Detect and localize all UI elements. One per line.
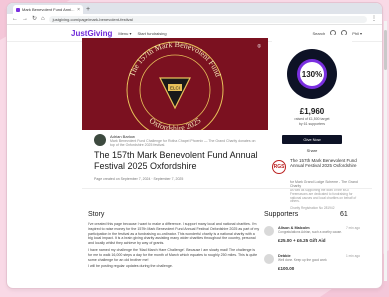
url-field[interactable]: justgiving.com/page/mark-benevolent-fest… [48, 15, 367, 23]
festival-emblem: The 157th Mark Benevolent Fund Oxfordshi… [126, 40, 224, 130]
story-paragraph: I've created this page because I want to… [88, 222, 260, 246]
charity-card[interactable]: RGS The 157th Mark Benevolent Fund Annua… [272, 158, 364, 210]
section-divider [82, 188, 372, 189]
share-link[interactable]: Share [282, 148, 342, 153]
favicon-icon [16, 7, 20, 12]
svg-text:Oxfordshire 2025: Oxfordshire 2025 [148, 116, 203, 130]
browser-tab[interactable]: Mark Benevolent Fund Anni... × [13, 5, 83, 14]
scrollbar-thumb[interactable] [384, 30, 387, 70]
charity-logo: RGS [272, 160, 286, 174]
supporter-item: Debbie 1 min ago Well done. Keep up the … [264, 254, 364, 276]
owner-avatar [94, 134, 106, 146]
story-paragraph: I have named my challenge the 'Mad March… [88, 247, 258, 262]
charity-card-desc: As well as supporting the work of the MG… [290, 188, 357, 204]
new-tab-icon[interactable]: + [86, 5, 90, 14]
supporters-heading: Supporters [264, 211, 299, 218]
supporter-count-text: by 61 supporters [298, 122, 326, 126]
svg-text:The 157th Mark Benevolent Fund: The 157th Mark Benevolent Fund [127, 40, 222, 78]
charity-card-title[interactable]: The 157th Mark Benevolent Fund Annual Fe… [290, 158, 362, 168]
supporters-count: 61 [340, 211, 348, 218]
forward-icon[interactable]: → [22, 14, 28, 24]
supporter-item: Alison & Malcolm 7 min ago Congratulatio… [264, 226, 364, 248]
progress-circle: 130% [287, 49, 337, 99]
story-heading: Story [88, 211, 105, 218]
tab-strip: Mark Benevolent Fund Anni... × + [7, 3, 382, 14]
charity-card-org: for Mark Grand Lodge Scheme - The Grand … [290, 180, 358, 188]
reload-icon[interactable]: ↻ [32, 14, 37, 24]
more-icon[interactable]: ⋮ [371, 14, 377, 24]
camera-icon[interactable]: ⌾ [257, 44, 261, 51]
amount-raised: £1,960 [299, 107, 325, 116]
created-date: Page created on September 7, 2024 · Sept… [94, 177, 184, 181]
target-text: raised of £1,500 target [294, 117, 330, 121]
give-now-button[interactable]: Give Now [282, 135, 342, 144]
story-paragraph: I will be posting regular updates during… [88, 264, 173, 269]
emblem-arc-bottom: Oxfordshire 2025 [148, 116, 203, 130]
start-fundraising-link[interactable]: Start fundraising [137, 31, 166, 36]
story-body: I've created this page because I want to… [88, 222, 260, 271]
profile-menu[interactable]: Phil ▾ [352, 31, 362, 36]
close-icon[interactable]: × [77, 7, 80, 13]
address-bar-row: ← → ↻ ⌂ justgiving.com/page/mark-benevol… [7, 14, 382, 25]
charity-reg-number: Charity Registration No 281942 [290, 206, 335, 210]
emblem-badge: ELCI [170, 86, 180, 91]
tab-title: Mark Benevolent Fund Anni... [22, 7, 75, 12]
menu-button[interactable]: Menu ▾ [118, 31, 131, 36]
supporter-time: 1 min ago [346, 254, 360, 258]
supporter-avatar [264, 254, 274, 264]
owner-subtitle: Mark Benevolent Fund Challenge for Rotha… [110, 139, 256, 147]
progress-panel: 130% £1,960 raised of £1,500 target by 6… [272, 35, 352, 126]
home-icon[interactable]: ⌂ [41, 14, 45, 24]
supporter-message: Congratulations Adrian, such a worthy ca… [278, 230, 342, 234]
progress-percent: 130% [300, 62, 324, 86]
page-title: The 157th Mark Benevolent Fund Annual Fe… [94, 150, 258, 171]
supporter-time: 7 min ago [346, 226, 360, 230]
hero-image: The 157th Mark Benevolent Fund Oxfordshi… [82, 38, 268, 130]
supporter-message: Well done. Keep up the good work [278, 258, 327, 262]
supporter-amount: £100.00 [278, 266, 295, 271]
supporter-amount: £25.00 + £6.25 Gift Aid [278, 238, 326, 243]
emblem-arc-top: The 157th Mark Benevolent Fund [127, 40, 222, 78]
back-icon[interactable]: ← [12, 14, 18, 24]
justgiving-logo[interactable]: JustGiving [71, 29, 112, 38]
supporter-avatar [264, 226, 274, 236]
